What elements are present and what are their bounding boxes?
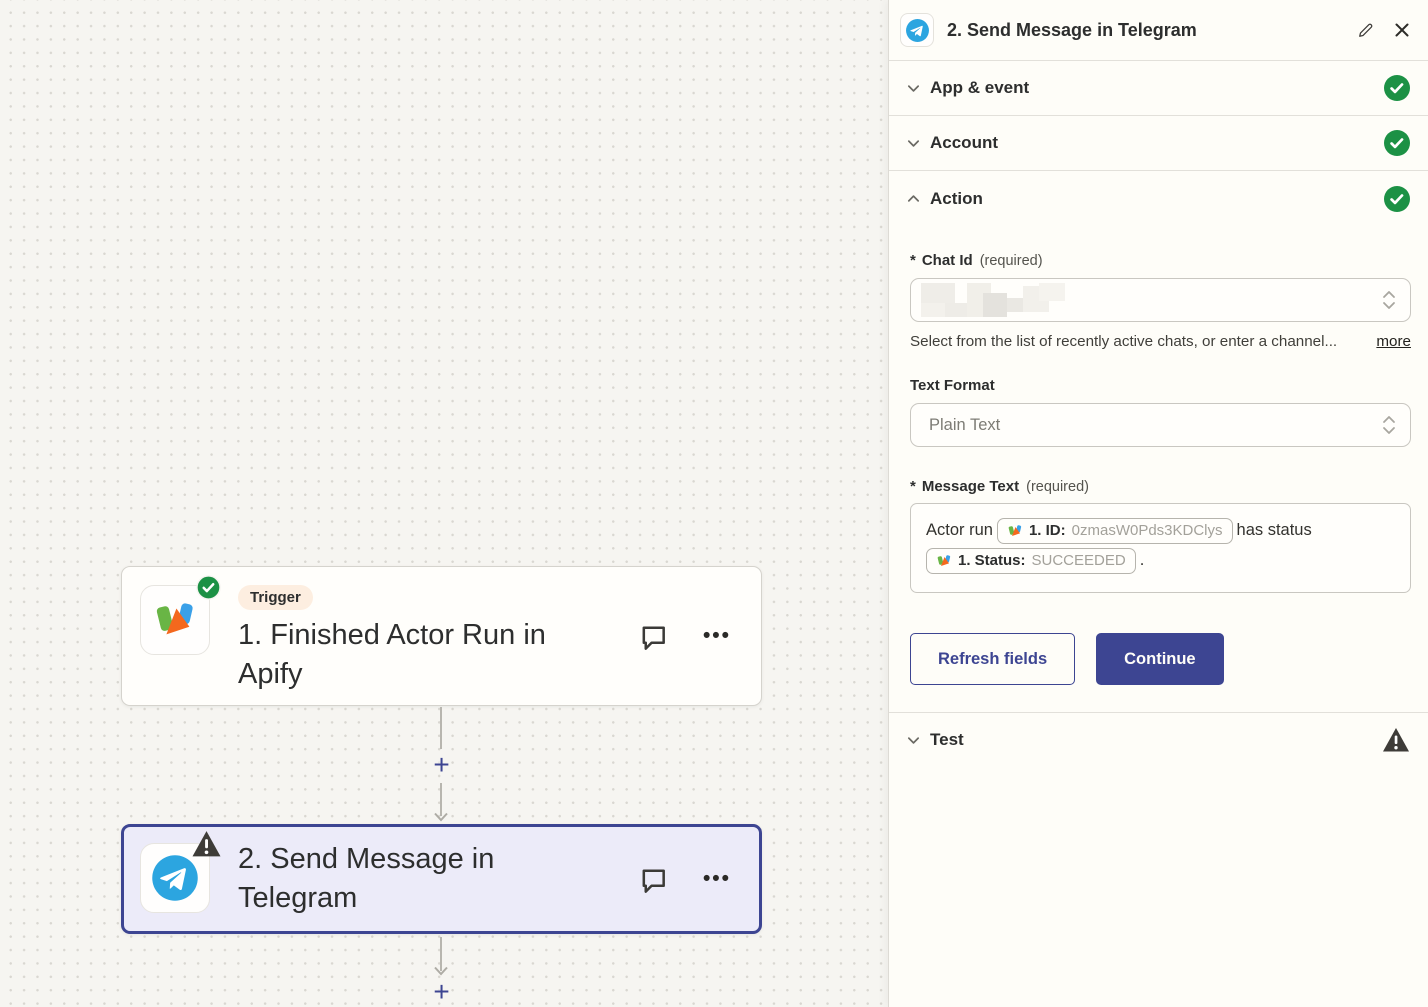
text-format-value: Plain Text (921, 416, 1000, 435)
section-app-event[interactable]: App & event (889, 61, 1428, 116)
pencil-icon[interactable] (1357, 22, 1374, 39)
connector-line (440, 707, 442, 749)
trigger-step-card[interactable]: Trigger 1. Finished Actor Run in Apify •… (121, 566, 762, 706)
section-label: Account (930, 133, 998, 153)
text-format-label: Text Format (910, 377, 1411, 394)
pill-value: SUCCEEDED (1032, 550, 1126, 572)
section-test[interactable]: Test (889, 712, 1428, 767)
panel-title: 2. Send Message in Telegram (947, 20, 1197, 41)
apify-icon (140, 585, 210, 655)
section-account[interactable]: Account (889, 116, 1428, 171)
message-text: . (1140, 551, 1145, 569)
pill-value: 0zmasW0Pds3KDClys (1072, 520, 1223, 542)
chevron-up-icon (906, 191, 921, 206)
check-circle-icon (1384, 130, 1410, 156)
close-icon[interactable] (1394, 22, 1410, 38)
chevron-down-icon (906, 81, 921, 96)
section-label: Action (930, 189, 983, 209)
continue-button[interactable]: Continue (1096, 633, 1224, 685)
chat-id-label: * Chat Id (required) (910, 252, 1411, 269)
action-form: * Chat Id (required) (889, 226, 1428, 712)
panel-header: 2. Send Message in Telegram (889, 0, 1428, 61)
mapped-field-pill-id[interactable]: 1. ID: 0zmasW0Pds3KDClys (997, 518, 1233, 544)
message-text: Actor run (926, 521, 993, 539)
chat-id-select[interactable] (910, 278, 1411, 322)
arrow-down-icon (433, 966, 449, 976)
add-step-button[interactable]: + (428, 751, 455, 778)
step-settings-panel: 2. Send Message in Telegram App & event (888, 0, 1428, 1007)
message-text: has status (1237, 521, 1312, 539)
action-step-card[interactable]: 2. Send Message in Telegram ••• (121, 824, 762, 934)
success-check-badge-icon (196, 575, 221, 600)
check-circle-icon (1384, 186, 1410, 212)
trigger-badge: Trigger (238, 585, 313, 610)
telegram-icon (140, 843, 210, 913)
message-text-label: * Message Text (required) (910, 478, 1411, 495)
step-menu-button[interactable]: ••• (703, 867, 731, 891)
telegram-icon (900, 13, 934, 47)
trigger-step-title: 1. Finished Actor Run in Apify (238, 616, 598, 694)
arrow-down-icon (433, 812, 449, 822)
section-label: App & event (930, 78, 1029, 98)
apify-icon (936, 553, 952, 569)
pill-label: 1. Status: (958, 550, 1026, 572)
pill-label: 1. ID: (1029, 520, 1066, 542)
step-menu-button[interactable]: ••• (703, 624, 731, 648)
section-label: Test (930, 730, 964, 750)
warning-triangle-icon (191, 830, 222, 858)
more-link[interactable]: more (1376, 333, 1411, 350)
warning-triangle-icon (1382, 727, 1410, 753)
chat-id-helper-text: Select from the list of recently active … (910, 333, 1364, 350)
action-step-title: 2. Send Message in Telegram (238, 840, 593, 918)
apify-icon (1007, 523, 1023, 539)
select-chevrons-icon (1382, 413, 1396, 437)
comment-icon[interactable] (638, 621, 669, 652)
add-step-button[interactable]: + (428, 978, 455, 1005)
chevron-down-icon (906, 136, 921, 151)
refresh-fields-button[interactable]: Refresh fields (910, 633, 1075, 685)
message-text-input[interactable]: Actor run 1. ID: 0zmasW0Pds3KDClys has stat… (910, 503, 1411, 593)
select-chevrons-icon (1382, 288, 1396, 312)
chevron-down-icon (906, 733, 921, 748)
text-format-select[interactable]: Plain Text (910, 403, 1411, 447)
check-circle-icon (1384, 75, 1410, 101)
zap-editor-canvas[interactable]: Trigger 1. Finished Actor Run in Apify •… (0, 0, 888, 1007)
redacted-value (921, 281, 1071, 319)
section-action[interactable]: Action (889, 171, 1428, 226)
mapped-field-pill-status[interactable]: 1. Status: SUCCEEDED (926, 548, 1136, 574)
comment-icon[interactable] (638, 864, 669, 895)
